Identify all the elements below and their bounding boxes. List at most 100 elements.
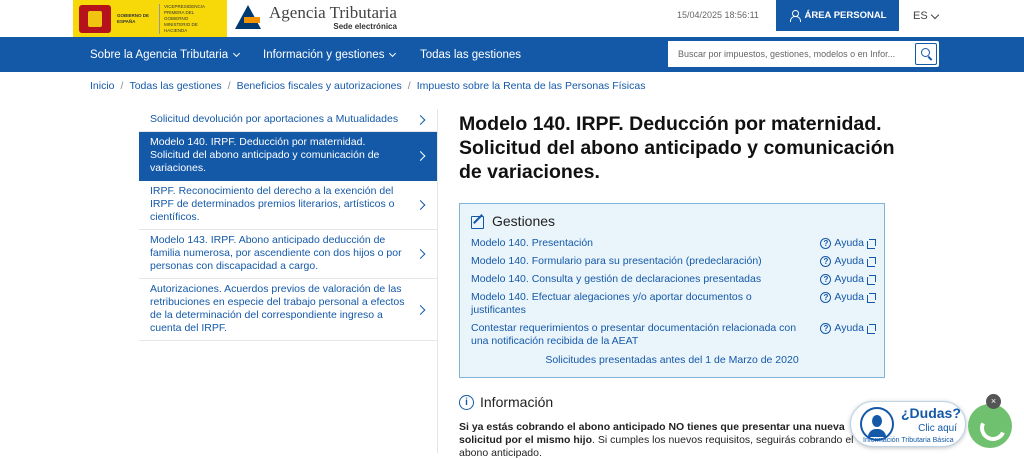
help-icon: ? — [820, 323, 832, 334]
edit-icon — [471, 214, 485, 229]
top-header: GOBIERNO DE ESPAÑA VICEPRESIDENCIA PRIME… — [0, 0, 1024, 37]
ayuda-link[interactable]: ? Ayuda — [820, 273, 876, 286]
ayuda-label: Ayuda — [834, 322, 864, 334]
breadcrumb-irpf[interactable]: Impuesto sobre la Renta de las Personas … — [417, 80, 646, 92]
gestion-row: Contestar requerimientos o presentar doc… — [471, 322, 876, 348]
chevron-down-icon — [233, 49, 241, 57]
aeat-logo-icon — [233, 3, 263, 31]
external-link-icon — [867, 324, 876, 334]
government-text: GOBIERNO DE ESPAÑA — [117, 12, 150, 24]
breadcrumb-separator: / — [120, 80, 124, 92]
nav-item-label: Todas las gestiones — [420, 48, 522, 61]
sidebar-item-label: Modelo 143. IRPF. Abono anticipado deduc… — [150, 234, 402, 272]
datetime: 15/04/2025 18:56:11 — [677, 10, 759, 20]
external-link-icon — [867, 275, 876, 285]
gestiones-heading: Gestiones — [471, 213, 555, 229]
government-logo[interactable]: GOBIERNO DE ESPAÑA VICEPRESIDENCIA PRIME… — [73, 0, 227, 37]
gestion-link-requerimientos[interactable]: Contestar requerimientos o presentar doc… — [471, 322, 809, 348]
chevron-right-icon — [415, 249, 426, 259]
sidebar-item-label: Modelo 140. IRPF. Deducción por maternid… — [150, 136, 380, 174]
help-icon: ? — [820, 292, 832, 303]
help-icon: ? — [820, 256, 832, 267]
help-click: Clic aquí — [918, 423, 957, 434]
ayuda-link[interactable]: ? Ayuda — [820, 237, 876, 250]
breadcrumb-beneficios[interactable]: Beneficios fiscales y autorizaciones — [237, 80, 402, 92]
ministry-text: VICEPRESIDENCIA PRIMERA DEL GOBIERNO MIN… — [159, 3, 219, 34]
ayuda-label: Ayuda — [834, 273, 864, 285]
user-icon — [789, 10, 801, 22]
phone-icon[interactable] — [968, 404, 1012, 448]
informacion-text: Si ya estás cobrando el abono anticipado… — [459, 421, 879, 460]
ayuda-link[interactable]: ? Ayuda — [820, 255, 876, 268]
language-selector[interactable]: ES — [913, 10, 939, 22]
ministry-name: MINISTERIO DE HACIENDA — [164, 21, 198, 33]
sidebar-item-modelo-143[interactable]: Modelo 143. IRPF. Abono anticipado deduc… — [139, 230, 437, 279]
search-input[interactable] — [668, 41, 913, 67]
gestion-link-formulario[interactable]: Modelo 140. Formulario para su presentac… — [471, 255, 809, 268]
chevron-down-icon — [389, 49, 397, 57]
agency-name: Agencia Tributaria — [269, 2, 397, 22]
gestion-row: Modelo 140. Consulta y gestión de declar… — [471, 273, 876, 286]
main-nav: Sobre la Agencia Tributaria Información … — [0, 37, 1024, 72]
language-label: ES — [913, 10, 928, 22]
help-widget[interactable]: ¿Dudas? Clic aquí Información Tributaria… — [850, 401, 966, 447]
column-divider — [437, 109, 438, 453]
previous-requests-link[interactable]: Solicitudes presentadas antes del 1 de M… — [460, 354, 884, 366]
area-personal-label: ÁREA PERSONAL — [804, 10, 887, 21]
close-icon[interactable]: × — [986, 394, 1001, 409]
gestiones-title: Gestiones — [492, 213, 556, 229]
area-personal-button[interactable]: ÁREA PERSONAL — [776, 0, 899, 31]
sidebar-item-modelo-140[interactable]: Modelo 140. IRPF. Deducción por maternid… — [139, 132, 437, 181]
support-agent-icon — [860, 407, 894, 441]
gestion-link-alegaciones[interactable]: Modelo 140. Efectuar alegaciones y/o apo… — [471, 291, 809, 317]
breadcrumb-separator: / — [407, 80, 411, 92]
coat-of-arms-icon — [79, 4, 111, 33]
ayuda-link[interactable]: ? Ayuda — [820, 291, 876, 304]
nav-item-informacion[interactable]: Información y gestiones — [263, 37, 397, 72]
ayuda-label: Ayuda — [834, 255, 864, 267]
help-question: ¿Dudas? — [901, 405, 961, 421]
help-info: Información Tributaria Básica — [863, 437, 954, 444]
gestion-link-consulta[interactable]: Modelo 140. Consulta y gestión de declar… — [471, 273, 809, 286]
chevron-right-icon — [415, 200, 426, 210]
external-link-icon — [867, 293, 876, 303]
agency-logo[interactable]: Agencia Tributaria Sede electrónica — [233, 3, 397, 31]
breadcrumb-todas[interactable]: Todas las gestiones — [129, 80, 221, 92]
vice-text: VICEPRESIDENCIA PRIMERA DEL GOBIERNO — [164, 3, 205, 21]
external-link-icon — [867, 257, 876, 267]
ayuda-label: Ayuda — [834, 291, 864, 303]
gestion-row: Modelo 140. Formulario para su presentac… — [471, 255, 876, 268]
chevron-right-icon — [415, 115, 426, 125]
breadcrumb: Inicio / Todas las gestiones / Beneficio… — [90, 80, 645, 92]
search-icon[interactable] — [915, 43, 937, 65]
informacion-heading: i Información — [459, 394, 553, 410]
breadcrumb-inicio[interactable]: Inicio — [90, 80, 115, 92]
help-icon: ? — [820, 274, 832, 285]
gestion-link-presentacion[interactable]: Modelo 140. Presentación — [471, 237, 809, 250]
info-icon: i — [459, 394, 474, 410]
nav-item-todas[interactable]: Todas las gestiones — [420, 37, 521, 72]
chevron-right-icon — [415, 304, 426, 315]
gestiones-panel: Gestiones Modelo 140. Presentación ? Ayud… — [459, 203, 885, 378]
agency-subtitle: Sede electrónica — [333, 21, 397, 31]
breadcrumb-separator: / — [227, 80, 231, 92]
page-title: Modelo 140. IRPF. Deducción por maternid… — [459, 113, 895, 183]
gestion-row: Modelo 140. Presentación ? Ayuda — [471, 237, 876, 250]
sidebar-item-label: Solicitud devolución por aportaciones a … — [150, 113, 399, 125]
ayuda-label: Ayuda — [834, 237, 864, 249]
help-icon: ? — [820, 238, 832, 249]
sidebar-item-label: Autorizaciones. Acuerdos previos de valo… — [150, 283, 405, 334]
nav-item-label: Información y gestiones — [263, 48, 385, 61]
sidebar: Solicitud devolución por aportaciones a … — [139, 109, 437, 341]
nav-item-sobre[interactable]: Sobre la Agencia Tributaria — [90, 37, 241, 72]
gestion-row: Modelo 140. Efectuar alegaciones y/o apo… — [471, 291, 876, 317]
informacion-title: Información — [480, 394, 554, 410]
sidebar-item-mutualidades[interactable]: Solicitud devolución por aportaciones a … — [139, 109, 437, 132]
ayuda-link[interactable]: ? Ayuda — [820, 322, 876, 335]
sidebar-item-label: IRPF. Reconocimiento del derecho a la ex… — [150, 185, 395, 223]
chevron-right-icon — [415, 151, 426, 161]
search-box — [668, 41, 939, 67]
sidebar-item-autorizaciones[interactable]: Autorizaciones. Acuerdos previos de valo… — [139, 279, 437, 341]
sidebar-item-premios[interactable]: IRPF. Reconocimiento del derecho a la ex… — [139, 181, 437, 230]
external-link-icon — [867, 239, 876, 249]
